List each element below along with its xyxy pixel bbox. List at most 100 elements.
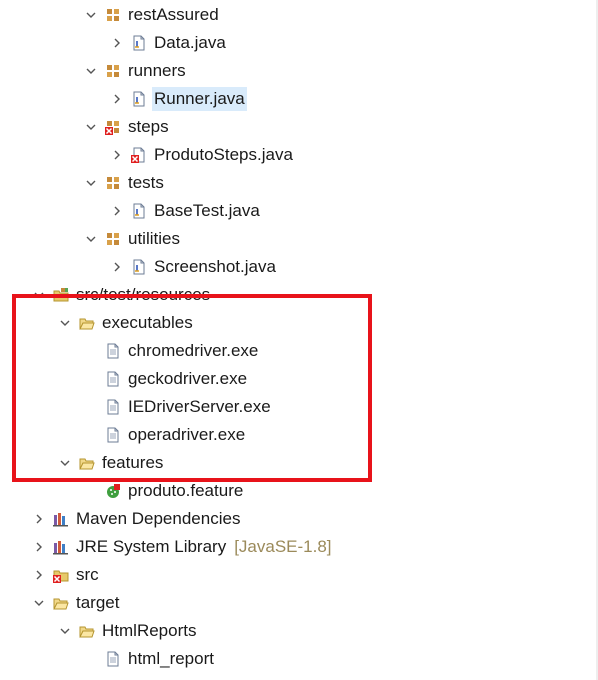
tree-item-label: Maven Dependencies xyxy=(76,509,241,528)
file-icon xyxy=(104,342,122,360)
tree-item-executables[interactable]: executables xyxy=(58,309,195,337)
tree-item-target[interactable]: target xyxy=(32,589,121,617)
tree-item-steps[interactable]: steps xyxy=(84,113,171,141)
open-folder-icon xyxy=(78,314,96,332)
chevron-down-icon xyxy=(34,600,44,606)
tree-item-operadriver[interactable]: operadriver.exe xyxy=(84,421,247,449)
tree-item-label: geckodriver.exe xyxy=(128,369,248,388)
expand-toggle[interactable] xyxy=(110,204,124,218)
tree-item-label: src/test/resources xyxy=(76,285,211,304)
tree-item-geckodriver[interactable]: geckodriver.exe xyxy=(84,365,249,393)
collapse-toggle[interactable] xyxy=(32,596,46,610)
java-file-icon xyxy=(130,258,148,276)
expand-toggle[interactable] xyxy=(32,540,46,554)
tree-item-runners[interactable]: runners xyxy=(84,57,188,85)
tree-item-html-report[interactable]: html_report xyxy=(84,645,216,673)
tree-item-iedriverserver[interactable]: IEDriverServer.exe xyxy=(84,393,273,421)
chevron-down-icon xyxy=(34,292,44,298)
chevron-down-icon xyxy=(86,180,96,186)
expand-toggle[interactable] xyxy=(32,568,46,582)
tree-item-label: chromedriver.exe xyxy=(128,341,259,360)
chevron-right-icon xyxy=(36,570,42,580)
tree-item-label: steps xyxy=(128,117,169,136)
chevron-right-icon xyxy=(114,38,120,48)
tree-item-tests[interactable]: tests xyxy=(84,169,166,197)
tree-item-data-java[interactable]: Data.java xyxy=(110,29,228,57)
tree-item-screenshot-java[interactable]: Screenshot.java xyxy=(110,253,278,281)
java-file-error-icon xyxy=(130,146,148,164)
tree-item-label: Data.java xyxy=(154,33,226,52)
chevron-right-icon xyxy=(114,262,120,272)
chevron-down-icon xyxy=(60,320,70,326)
expand-toggle[interactable] xyxy=(110,92,124,106)
java-file-icon xyxy=(130,202,148,220)
collapse-toggle[interactable] xyxy=(84,232,98,246)
package-icon xyxy=(104,62,122,80)
collapse-toggle[interactable] xyxy=(84,8,98,22)
tree-item-label: restAssured xyxy=(128,5,219,24)
expand-toggle[interactable] xyxy=(110,36,124,50)
tree-item-label: target xyxy=(76,593,120,612)
tree-item-label: HtmlReports xyxy=(102,621,197,640)
file-icon xyxy=(104,650,122,668)
chevron-down-icon xyxy=(86,68,96,74)
source-folder-icon xyxy=(52,286,70,304)
tree-item-restassured[interactable]: restAssured xyxy=(84,1,221,29)
tree-item-produtosteps-java[interactable]: ProdutoSteps.java xyxy=(110,141,295,169)
collapse-toggle[interactable] xyxy=(84,120,98,134)
package-icon xyxy=(104,174,122,192)
chevron-right-icon xyxy=(114,150,120,160)
collapse-toggle[interactable] xyxy=(84,64,98,78)
package-icon xyxy=(104,6,122,24)
tree-item-produto-feature[interactable]: produto.feature xyxy=(84,477,245,505)
package-icon xyxy=(104,230,122,248)
collapse-toggle[interactable] xyxy=(32,288,46,302)
file-icon xyxy=(104,398,122,416)
chevron-down-icon xyxy=(86,236,96,242)
collapse-toggle[interactable] xyxy=(58,624,72,638)
file-icon xyxy=(104,426,122,444)
chevron-right-icon xyxy=(36,514,42,524)
tree-item-label: Runner.java xyxy=(152,87,247,111)
tree-item-label: runners xyxy=(128,61,186,80)
tree-item-basetest-java[interactable]: BaseTest.java xyxy=(110,197,262,225)
chevron-down-icon xyxy=(60,628,70,634)
project-explorer-tree: restAssured Data.java runners Runner.java st… xyxy=(0,0,598,680)
tree-item-label: Screenshot.java xyxy=(154,257,276,276)
tree-item-label: operadriver.exe xyxy=(128,425,246,444)
tree-item-src-test-resources[interactable]: src/test/resources xyxy=(32,281,212,309)
tree-item-label: src xyxy=(76,565,99,584)
expand-toggle[interactable] xyxy=(32,512,46,526)
open-folder-icon xyxy=(78,622,96,640)
chevron-right-icon xyxy=(36,542,42,552)
tree-item-label: JRE System Library xyxy=(76,537,227,556)
java-file-icon xyxy=(130,34,148,52)
collapse-toggle[interactable] xyxy=(84,176,98,190)
collapse-toggle[interactable] xyxy=(58,456,72,470)
tree-item-label: BaseTest.java xyxy=(154,201,260,220)
tree-item-label: ProdutoSteps.java xyxy=(154,145,293,164)
java-file-icon xyxy=(130,90,148,108)
cucumber-feature-icon xyxy=(104,482,122,500)
package-error-icon xyxy=(104,118,122,136)
chevron-down-icon xyxy=(60,460,70,466)
tree-item-label: tests xyxy=(128,173,164,192)
tree-item-runner-java[interactable]: Runner.java xyxy=(110,85,247,113)
tree-item-jre-system-library[interactable]: JRE System Library [JavaSE-1.8] xyxy=(32,533,332,561)
tree-item-features[interactable]: features xyxy=(58,449,165,477)
tree-item-chromedriver[interactable]: chromedriver.exe xyxy=(84,337,260,365)
tree-item-utilities[interactable]: utilities xyxy=(84,225,182,253)
expand-toggle[interactable] xyxy=(110,148,124,162)
tree-item-src[interactable]: src xyxy=(32,561,101,589)
library-icon xyxy=(52,510,70,528)
tree-item-label: produto.feature xyxy=(128,481,244,500)
open-folder-icon xyxy=(78,454,96,472)
chevron-right-icon xyxy=(114,206,120,216)
tree-item-label: IEDriverServer.exe xyxy=(128,397,271,416)
tree-item-htmlreports[interactable]: HtmlReports xyxy=(58,617,198,645)
tree-item-maven-dependencies[interactable]: Maven Dependencies xyxy=(32,505,242,533)
collapse-toggle[interactable] xyxy=(58,316,72,330)
tree-item-label: executables xyxy=(102,313,193,332)
expand-toggle[interactable] xyxy=(110,260,124,274)
open-folder-icon xyxy=(52,594,70,612)
